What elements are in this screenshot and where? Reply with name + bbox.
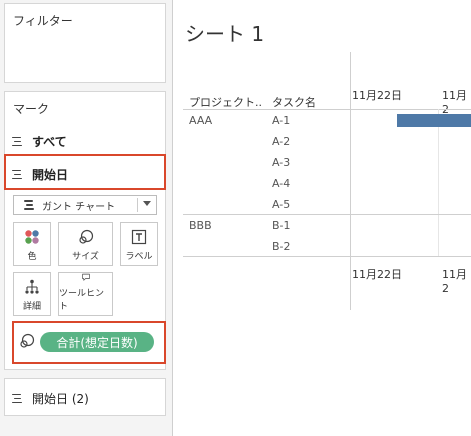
tooltip-button-label: ツールヒント [59, 289, 105, 312]
task-cell: A-2 [272, 135, 291, 148]
gantt-bar[interactable] [397, 114, 471, 127]
mark-lines-icon [12, 169, 24, 181]
date-tick-bottom-1: 11月22日 [352, 268, 402, 281]
color-dots-icon [25, 230, 39, 244]
date-tick-bottom-2: 11月2 [442, 268, 467, 295]
header-divider [350, 52, 351, 310]
label-button[interactable]: ラベル [120, 222, 158, 266]
mark-lines-icon [12, 393, 24, 405]
detail-start-date-label: 開始日 (2) [32, 392, 89, 406]
marks-start-date-label: 開始日 [32, 168, 69, 182]
detail-button[interactable]: 詳細 [13, 272, 51, 316]
tooltip-button[interactable]: ツールヒント [58, 272, 113, 316]
color-button[interactable]: 色 [13, 222, 51, 266]
task-cell: A-3 [272, 156, 291, 169]
sheet-title: シート 1 [185, 22, 265, 46]
task-cell: B-1 [272, 219, 291, 232]
size-button-label: サイズ [72, 252, 99, 262]
tooltip-bubble-icon [81, 273, 90, 281]
size-circles-icon [20, 333, 35, 348]
size-button[interactable]: サイズ [58, 222, 113, 266]
project-cell: BBB [189, 219, 212, 232]
marks-all-row[interactable]: すべて [12, 133, 67, 150]
filters-shelf[interactable]: フィルター [4, 3, 166, 83]
size-measure-pill[interactable]: 合計(想定日数) [40, 332, 154, 352]
date-tick-top-1: 11月22日 [352, 89, 402, 102]
gantt-icon [24, 199, 36, 211]
detail-button-label: 詳細 [22, 302, 41, 312]
filters-title: フィルター [13, 14, 73, 28]
task-cell: B-2 [272, 240, 291, 253]
dropdown-separator [137, 198, 138, 212]
task-cell: A-4 [272, 177, 291, 190]
chevron-down-icon[interactable] [143, 201, 151, 206]
marks-start-date-row[interactable]: 開始日 [12, 166, 68, 183]
header-rule [183, 109, 471, 110]
project-cell: AAA [189, 114, 213, 127]
task-cell: A-1 [272, 114, 291, 127]
marks-title: マーク [13, 102, 50, 116]
footer-rule [183, 256, 471, 257]
task-cell: A-5 [272, 198, 291, 211]
size-circles-icon [78, 229, 93, 244]
label-button-label: ラベル [125, 252, 153, 262]
marks-all-label: すべて [32, 135, 67, 149]
detail-start-date-row[interactable]: 開始日 (2) [12, 390, 89, 407]
date-gridline [438, 109, 439, 256]
mark-lines-icon [12, 136, 24, 148]
date-tick-top-2: 11月2 [442, 89, 467, 116]
text-label-icon [131, 229, 147, 245]
group-separator [183, 214, 471, 215]
mark-type-dropdown[interactable]: ガント チャート [13, 195, 157, 215]
column-header-project[interactable]: プロジェクト.. [189, 94, 262, 110]
detail-tree-icon [25, 279, 39, 294]
color-button-label: 色 [27, 252, 37, 262]
column-header-task[interactable]: タスク名 [272, 94, 316, 110]
mark-type-label: ガント チャート [42, 201, 116, 213]
